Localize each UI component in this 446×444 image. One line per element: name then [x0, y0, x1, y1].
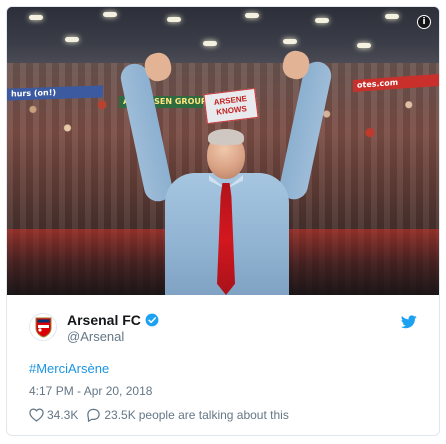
like-action[interactable]: 34.3K: [29, 408, 78, 422]
floodlight: [167, 17, 181, 22]
floodlight: [315, 18, 329, 23]
avatar[interactable]: [29, 313, 57, 341]
floodlight: [283, 39, 297, 44]
reply-count: 23.5K: [104, 408, 136, 422]
man-raising-arms: [118, 48, 334, 295]
floodlight: [203, 41, 217, 46]
arsenal-crest-icon: [35, 317, 52, 338]
verified-badge-icon: [145, 313, 159, 327]
tweet-hashtag[interactable]: #MerciArsène: [29, 361, 109, 377]
embedded-tweet-card: hurs (on!) ANDERSEN GROUP otes.com ARSEN…: [6, 6, 440, 436]
speech-bubble-icon: [87, 408, 101, 422]
tweet-author[interactable]: Arsenal FC @Arsenal: [29, 311, 429, 351]
floodlight: [103, 12, 117, 17]
floodlight: [357, 43, 371, 48]
like-count: 34.3K: [47, 408, 79, 422]
hair: [208, 129, 244, 145]
floodlight: [385, 14, 399, 19]
reply-action[interactable]: 23.5K people are talking about this: [86, 408, 289, 422]
author-handle[interactable]: @Arsenal: [67, 329, 124, 345]
floodlight: [65, 37, 79, 42]
heart-icon: [29, 408, 44, 422]
info-icon[interactable]: i: [417, 15, 431, 29]
tweet-timestamp[interactable]: 4:17 PM - Apr 20, 2018: [29, 383, 152, 399]
tweet-actions: 34.3K 23.5K people are talking about thi…: [29, 406, 297, 424]
tweet-photo[interactable]: hurs (on!) ANDERSEN GROUP otes.com ARSEN…: [7, 7, 439, 295]
floodlight: [29, 15, 43, 20]
floodlight: [245, 13, 259, 18]
author-name-row: Arsenal FC: [67, 311, 159, 329]
twitter-bird-icon[interactable]: [401, 315, 417, 329]
author-name[interactable]: Arsenal FC: [67, 311, 141, 329]
talking-about-label: people are talking about this: [138, 408, 289, 422]
